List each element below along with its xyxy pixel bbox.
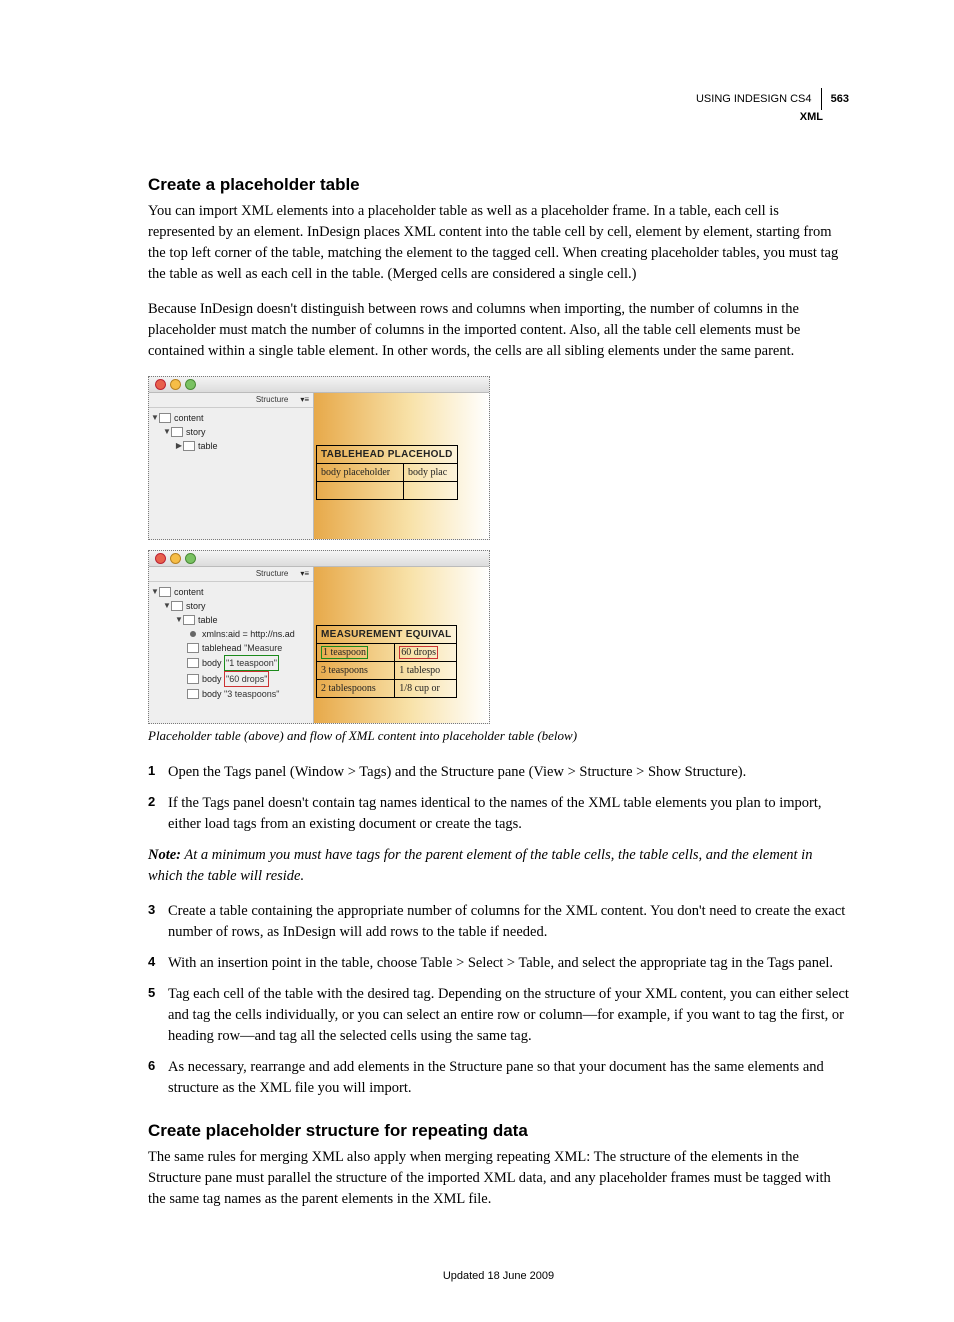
table-cell: body placeholder xyxy=(317,463,404,481)
tree-value: "3 teaspoons" xyxy=(224,687,279,701)
table-cell: 60 drops xyxy=(395,643,456,661)
table-cell: body plac xyxy=(404,463,458,481)
tree-attr: xmlns:aid = http://ns.ad xyxy=(202,627,295,641)
tree-node: table xyxy=(198,439,218,453)
table-cell: 3 teaspoons xyxy=(317,661,395,679)
toolbar-icon xyxy=(191,395,200,404)
heading-repeating-data: Create placeholder structure for repeati… xyxy=(148,1121,849,1141)
minimize-icon xyxy=(170,553,181,564)
figure-caption: Placeholder table (above) and flow of XM… xyxy=(148,728,849,744)
screenshot-after: Structure ▾≡ content story table xmlns:a… xyxy=(148,550,490,724)
toolbar-icon xyxy=(210,395,219,404)
tree-node: body xyxy=(202,656,222,670)
tree-node: body xyxy=(202,672,222,686)
steps-list-b: Create a table containing the appropriat… xyxy=(148,901,849,1099)
page-number: 563 xyxy=(831,93,849,105)
tree-node: content xyxy=(174,411,204,425)
table-cell: 1/8 cup or xyxy=(395,679,456,697)
structure-pane: Structure ▾≡ content story table xyxy=(149,393,314,539)
window-titlebar xyxy=(149,377,489,393)
toolbar-icon xyxy=(153,569,162,578)
table-header-cell: MEASUREMENT EQUIVAL xyxy=(317,625,457,643)
toolbar-icon xyxy=(172,395,181,404)
close-icon xyxy=(155,553,166,564)
window-titlebar xyxy=(149,551,489,567)
step-item: If the Tags panel doesn't contain tag na… xyxy=(148,793,849,835)
section-name: XML xyxy=(148,110,823,125)
tree-node: body xyxy=(202,687,222,701)
table-cell: 2 tablespoons xyxy=(317,679,395,697)
structure-tree: content story table xyxy=(149,408,313,455)
structure-label: Structure xyxy=(256,569,288,578)
page-footer: Updated 18 June 2009 xyxy=(148,1270,849,1282)
toolbar-icon xyxy=(210,569,219,578)
tree-node: content xyxy=(174,585,204,599)
tree-value: "Measure xyxy=(244,641,282,655)
body-para-3: The same rules for merging XML also appl… xyxy=(148,1147,849,1210)
figure-placeholder-table: Structure ▾≡ content story table TABLEHE… xyxy=(148,376,849,724)
tree-node: story xyxy=(186,425,206,439)
table-cell: 1 teaspoon xyxy=(317,643,395,661)
panel-menu-icon: ▾≡ xyxy=(300,569,309,578)
document-pane: TABLEHEAD PLACEHOLD body placeholder bod… xyxy=(314,393,489,539)
note: Note: At a minimum you must have tags fo… xyxy=(148,845,849,887)
table-cell: 1 tablespo xyxy=(395,661,456,679)
placeholder-table: TABLEHEAD PLACEHOLD body placeholder bod… xyxy=(316,445,458,500)
panel-menu-icon: ▾≡ xyxy=(300,395,309,404)
steps-list-a: Open the Tags panel (Window > Tags) and … xyxy=(148,762,849,835)
structure-pane: Structure ▾≡ content story table xmlns:a… xyxy=(149,567,314,723)
tree-value: "1 teaspoon" xyxy=(224,655,279,671)
toolbar-icon xyxy=(153,395,162,404)
tree-node: table xyxy=(198,613,218,627)
structure-label: Structure xyxy=(256,395,288,404)
table-header-cell: TABLEHEAD PLACEHOLD xyxy=(317,445,458,463)
step-item: With an insertion point in the table, ch… xyxy=(148,953,849,974)
tree-node: story xyxy=(186,599,206,613)
minimize-icon xyxy=(170,379,181,390)
structure-tree: content story table xmlns:aid = http://n… xyxy=(149,582,313,703)
note-label: Note: xyxy=(148,847,181,863)
body-para-2: Because InDesign doesn't distinguish bet… xyxy=(148,299,849,362)
step-item: As necessary, rearrange and add elements… xyxy=(148,1057,849,1099)
heading-create-placeholder-table: Create a placeholder table xyxy=(148,175,849,195)
zoom-icon xyxy=(185,379,196,390)
tree-value: "60 drops" xyxy=(224,671,269,687)
running-header: USING INDESIGN CS4 563 XML xyxy=(148,88,849,125)
document-pane: MEASUREMENT EQUIVAL 1 teaspoon60 drops 3… xyxy=(314,567,489,723)
book-title: USING INDESIGN CS4 xyxy=(696,93,812,105)
step-item: Open the Tags panel (Window > Tags) and … xyxy=(148,762,849,783)
close-icon xyxy=(155,379,166,390)
step-item: Tag each cell of the table with the desi… xyxy=(148,984,849,1047)
tree-node: tablehead xyxy=(202,641,242,655)
step-item: Create a table containing the appropriat… xyxy=(148,901,849,943)
zoom-icon xyxy=(185,553,196,564)
note-body: At a minimum you must have tags for the … xyxy=(148,847,812,884)
toolbar-icon xyxy=(172,569,181,578)
screenshot-before: Structure ▾≡ content story table TABLEHE… xyxy=(148,376,490,540)
toolbar-icon xyxy=(191,569,200,578)
body-para-1: You can import XML elements into a place… xyxy=(148,201,849,285)
data-table: MEASUREMENT EQUIVAL 1 teaspoon60 drops 3… xyxy=(316,625,457,698)
